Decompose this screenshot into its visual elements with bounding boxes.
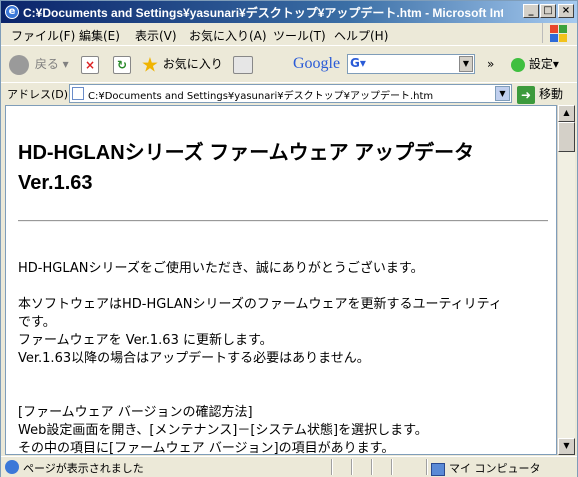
status-divider: [371, 459, 373, 475]
page-title-line2: Ver.1.63: [18, 172, 93, 194]
scroll-up-button[interactable]: ▲: [558, 105, 575, 122]
page-content[interactable]: HD-HGLANシリーズ ファームウェア アップデータ Ver.1.63 HD-…: [5, 105, 557, 455]
computer-icon: [431, 462, 445, 476]
address-input[interactable]: C:¥Documents and Settings¥yasunari¥デスクトッ…: [69, 84, 512, 103]
divider: [18, 220, 548, 222]
page-done-icon: [5, 460, 19, 474]
window-title: C:¥Documents and Settings¥yasunari¥デスクトッ…: [23, 6, 503, 20]
printer-icon: [233, 55, 253, 74]
howto-heading: [ファームウェア バージョンの確認方法]: [18, 405, 253, 420]
intro-text: HD-HGLANシリーズをご使用いただき、誠にありがとうございます。: [18, 261, 424, 276]
page-title: HD-HGLANシリーズ ファームウェア アップデータ Ver.1.63: [18, 138, 548, 198]
toolbar: 戻る ▾ × ↻ ★ お気に入り Google G▾ ▼ » 設定▾: [1, 46, 577, 83]
menu-bar: ファイル(F) 編集(E) 表示(V) お気に入り(A) ツール(T) ヘルプ(…: [1, 23, 577, 46]
back-button[interactable]: 戻る ▾: [9, 53, 69, 75]
address-url: C:¥Documents and Settings¥yasunari¥デスクトッ…: [88, 91, 434, 102]
google-logo: Google: [293, 55, 341, 72]
chevron-down-icon[interactable]: ▼: [495, 86, 510, 101]
howto-line-2: その中の項目に[ファームウェア バージョン]の項目があります。: [18, 441, 395, 455]
stop-button[interactable]: ×: [81, 53, 99, 75]
minimize-button[interactable]: _: [523, 4, 539, 18]
zone-label: マイ コンピュータ: [449, 462, 541, 475]
security-zone: マイ コンピュータ: [431, 460, 541, 476]
stop-icon: ×: [81, 55, 99, 74]
more-button[interactable]: »: [487, 53, 494, 75]
address-bar: アドレス(D) C:¥Documents and Settings¥yasuna…: [1, 82, 577, 105]
refresh-button[interactable]: ↻: [113, 53, 131, 75]
scroll-down-button[interactable]: ▼: [558, 438, 575, 455]
document: HD-HGLANシリーズ ファームウェア アップデータ Ver.1.63 HD-…: [18, 106, 548, 455]
maximize-button[interactable]: □: [540, 4, 556, 18]
menu-tools[interactable]: ツール(T): [273, 27, 326, 44]
favorites-button[interactable]: ★ お気に入り: [141, 52, 223, 77]
desc-line-4: Ver.1.63以降の場合はアップデートする必要はありません。: [18, 351, 370, 366]
address-label: アドレス(D): [7, 88, 69, 101]
google-search-input[interactable]: G▾ ▼: [347, 54, 475, 74]
menu-help[interactable]: ヘルプ(H): [334, 27, 388, 44]
browser-window: e C:¥Documents and Settings¥yasunari¥デスク…: [0, 0, 578, 477]
status-divider: [391, 459, 393, 475]
star-icon: ★: [141, 52, 159, 77]
status-divider: [426, 459, 428, 475]
status-text: ページが表示されました: [23, 462, 144, 475]
status-bar: ページが表示されました マイ コンピュータ: [1, 456, 577, 477]
desc-line-1: 本ソフトウェアはHD-HGLANシリーズのファームウェアを更新するユーティリティ: [18, 297, 502, 312]
desc-line-3: ファームウェアを Ver.1.63 に更新します。: [18, 333, 273, 348]
refresh-icon: ↻: [113, 55, 131, 74]
settings-label: 設定▾: [528, 57, 559, 71]
chevron-down-icon: ▾: [62, 57, 69, 71]
close-button[interactable]: ×: [558, 4, 574, 18]
favorites-label: お気に入り: [162, 57, 223, 71]
go-label: 移動: [539, 87, 564, 101]
chevron-down-icon[interactable]: ▼: [459, 56, 473, 72]
go-button[interactable]: ➜ 移動: [517, 84, 563, 104]
menu-favorites[interactable]: お気に入り(A): [189, 27, 267, 44]
status-divider: [351, 459, 353, 475]
desc-line-2: です。: [18, 315, 56, 330]
menu-file[interactable]: ファイル(F): [11, 27, 75, 44]
windows-logo-icon: [542, 23, 569, 43]
vertical-scrollbar[interactable]: ▲ ▼: [557, 105, 575, 455]
green-dot-icon: [511, 57, 525, 72]
settings-button[interactable]: 設定▾: [511, 53, 559, 75]
menu-view[interactable]: 表示(V): [135, 27, 177, 44]
menu-edit[interactable]: 編集(E): [79, 27, 120, 44]
status-divider: [331, 459, 333, 475]
back-label: 戻る: [34, 57, 59, 71]
google-g-icon: G▾: [350, 56, 366, 70]
print-button[interactable]: [233, 53, 253, 75]
ie-icon: e: [5, 5, 19, 19]
page-title-line1: HD-HGLANシリーズ ファームウェア アップデータ: [18, 142, 475, 164]
back-arrow-icon: [9, 54, 29, 75]
go-arrow-icon: ➜: [517, 85, 535, 104]
title-bar[interactable]: e C:¥Documents and Settings¥yasunari¥デスク…: [1, 1, 577, 23]
howto-line-1: Web設定画面を開き、[メンテナンス]－[システム状態]を選択します。: [18, 423, 428, 438]
scroll-thumb[interactable]: [558, 122, 575, 152]
page-icon: [72, 87, 84, 100]
